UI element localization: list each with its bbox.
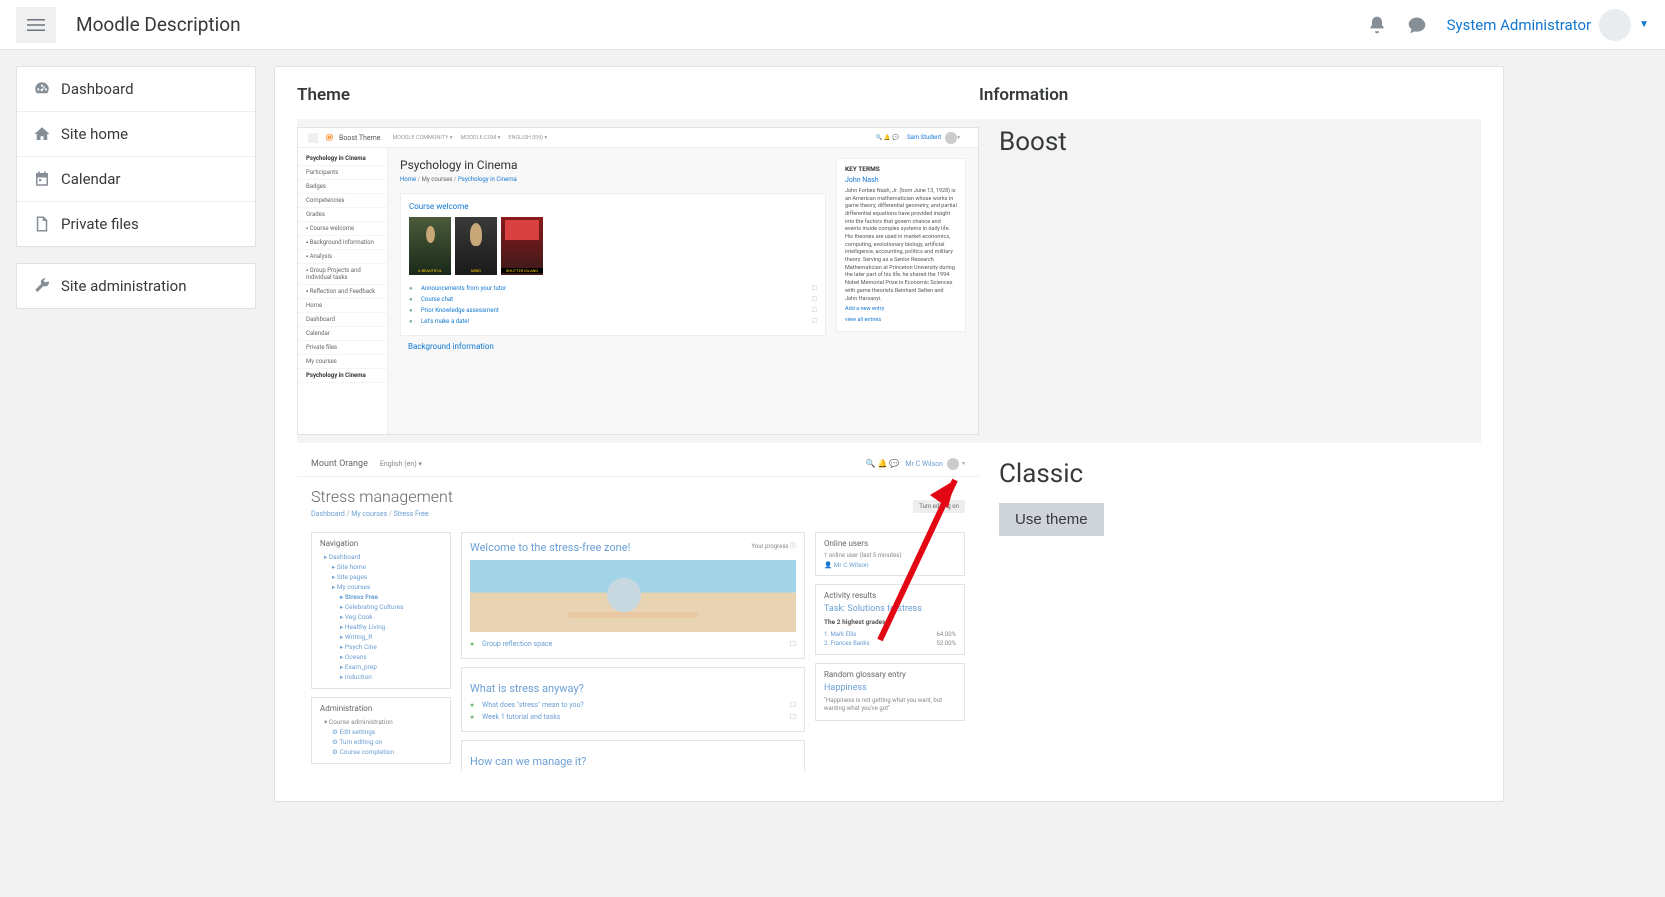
boost-preview: Ⓜ Boost Theme MOODLE COMMUNITY ▾ MOODLE.… <box>297 127 979 435</box>
file-icon <box>33 215 51 233</box>
sidebar-label: Dashboard <box>61 80 134 98</box>
theme-selector-table: Theme Information Ⓜ Boost Theme MOODLE C… <box>297 85 1481 771</box>
bell-icon[interactable] <box>1367 15 1387 35</box>
use-theme-button[interactable]: Use theme <box>999 503 1104 536</box>
user-menu[interactable]: System Administrator ▼ <box>1447 9 1649 41</box>
top-navbar: Moodle Description System Administrator … <box>0 0 1665 50</box>
home-icon <box>33 125 51 143</box>
theme-row-boost: Ⓜ Boost Theme MOODLE COMMUNITY ▾ MOODLE.… <box>297 119 1481 443</box>
user-name: System Administrator <box>1447 16 1591 34</box>
avatar <box>1599 9 1631 41</box>
theme-row-classic: Mount Orange English (en) ▾ 🔍 🔔 💬 Mr C W… <box>297 443 1481 771</box>
col-header-theme: Theme <box>297 85 979 119</box>
sidebar-label: Calendar <box>61 170 121 188</box>
sidebar-item-calendar[interactable]: Calendar <box>17 157 255 202</box>
sidebar-label: Private files <box>61 215 139 233</box>
preview-logo-icon: Ⓜ <box>326 133 333 143</box>
theme-name-boost: Boost <box>999 127 1481 157</box>
hamburger-icon <box>27 16 45 34</box>
sidebar-block-admin: Site administration <box>16 263 256 309</box>
theme-name-classic: Classic <box>999 459 1481 489</box>
wrench-icon <box>33 277 51 295</box>
tachometer-icon <box>33 80 51 98</box>
col-header-info: Information <box>979 85 1481 119</box>
sidebar-item-sitehome[interactable]: Site home <box>17 112 255 157</box>
nav-drawer: Dashboard Site home Calendar Private fil… <box>16 66 256 802</box>
calendar-icon <box>33 170 51 188</box>
sidebar-label: Site home <box>61 125 128 143</box>
sidebar-item-privatefiles[interactable]: Private files <box>17 202 255 246</box>
chat-icon[interactable] <box>1407 15 1427 35</box>
main-content: Theme Information Ⓜ Boost Theme MOODLE C… <box>274 66 1504 802</box>
site-title[interactable]: Moodle Description <box>76 13 241 36</box>
sidebar-item-siteadmin[interactable]: Site administration <box>17 264 255 308</box>
theme-selector-card: Theme Information Ⓜ Boost Theme MOODLE C… <box>274 66 1504 802</box>
sidebar-label: Site administration <box>61 277 186 295</box>
classic-preview: Mount Orange English (en) ▾ 🔍 🔔 💬 Mr C W… <box>297 451 979 771</box>
sidebar-item-dashboard[interactable]: Dashboard <box>17 67 255 112</box>
menu-toggle-button[interactable] <box>16 7 56 43</box>
sidebar-block-main: Dashboard Site home Calendar Private fil… <box>16 66 256 247</box>
caret-down-icon: ▼ <box>1639 19 1649 30</box>
